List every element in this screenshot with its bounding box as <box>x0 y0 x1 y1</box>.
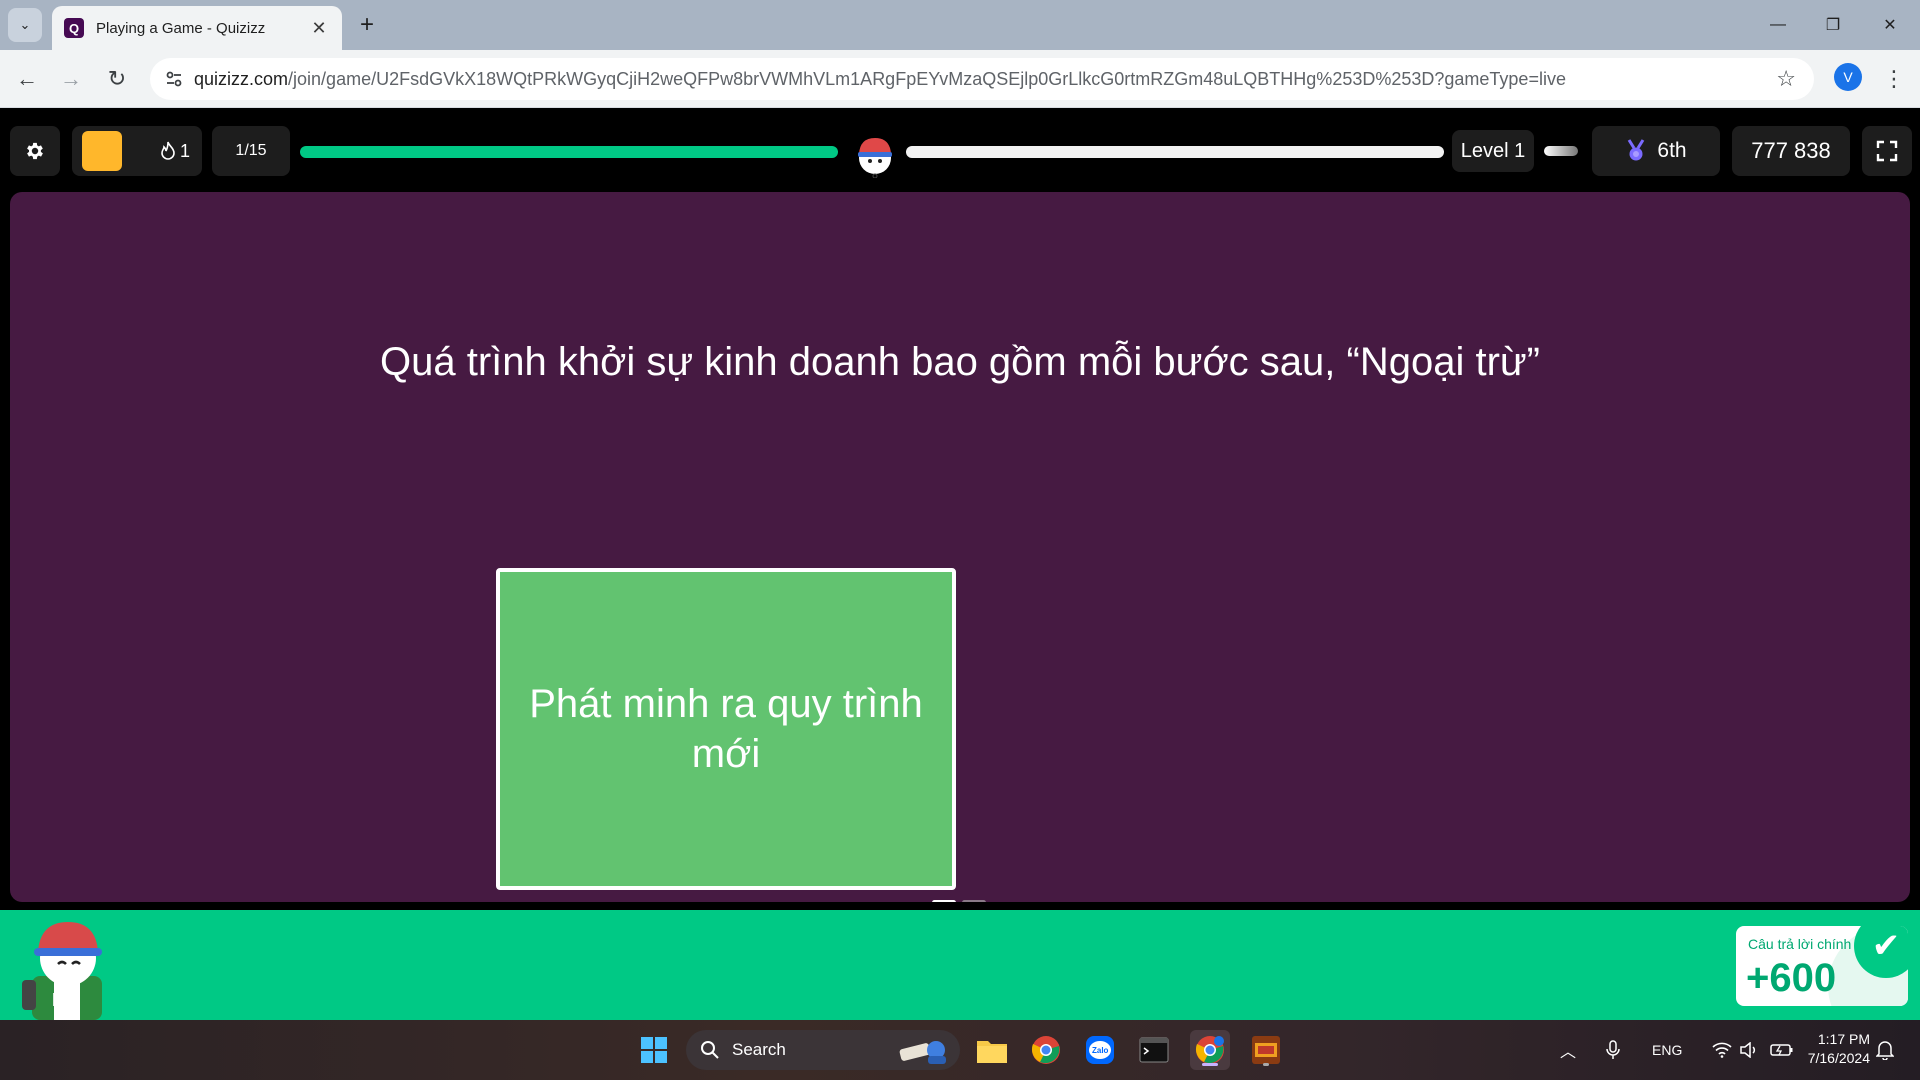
minimize-icon[interactable]: — <box>1758 8 1798 42</box>
taskbar-clock[interactable]: 1:17 PM 7/16/2024 <box>1790 1030 1870 1068</box>
browser-tab-bar: ⌄ Q Playing a Game - Quizizz ✕ + — ❐ ✕ <box>0 0 1920 50</box>
new-tab-plus-icon[interactable]: + <box>352 10 382 40</box>
settings-button[interactable] <box>10 126 60 176</box>
terminal-icon[interactable] <box>1134 1030 1174 1070</box>
rank-badge: 6th <box>1592 126 1720 176</box>
url-host: quizizz.com <box>194 68 289 89</box>
powerup-slot[interactable]: 1 <box>72 126 202 176</box>
player-progress-bar <box>300 146 838 158</box>
pager-dot-active[interactable] <box>932 900 956 902</box>
url-path: /join/game/U2FsdGVkX18WQtPRkWGyqCjiH2weQ… <box>288 68 1566 89</box>
back-arrow-icon[interactable]: ← <box>10 62 44 96</box>
gear-icon <box>27 142 43 160</box>
browser-toolbar: ← → ↻ quizizz.com/join/game/U2FsdGVkX18W… <box>0 50 1920 108</box>
profile-avatar[interactable]: V <box>1834 63 1862 91</box>
score-display: 777 838 <box>1732 126 1850 176</box>
tab-search-chevron-icon[interactable]: ⌄ <box>8 8 42 42</box>
level-indicator <box>1544 146 1578 156</box>
question-counter: 1/15 <box>212 126 290 176</box>
zalo-icon[interactable]: Zalo <box>1080 1030 1120 1070</box>
url-text: quizizz.com/join/game/U2FsdGVkX18WQtPRkW… <box>194 69 1566 90</box>
chrome-profile-icon[interactable] <box>1190 1030 1230 1070</box>
question-stage: Quá trình khởi sự kinh doanh bao gồm mỗi… <box>10 192 1910 902</box>
question-text: Quá trình khởi sự kinh doanh bao gồm mỗi… <box>380 340 1540 384</box>
browser-menu-icon[interactable]: ⋮ <box>1880 62 1908 96</box>
level-progress-track <box>906 146 1444 158</box>
answer-option[interactable]: Phát minh ra quy trình mới <box>496 568 956 890</box>
correct-answer-label: Câu trả lời chính <box>1748 936 1852 952</box>
tab-title: Playing a Game - Quizizz <box>96 19 266 37</box>
player-mascot-icon <box>858 138 892 178</box>
forward-arrow-icon[interactable]: → <box>54 62 88 96</box>
volume-icon[interactable] <box>1740 1042 1760 1058</box>
active-tab[interactable]: Q Playing a Game - Quizizz ✕ <box>52 6 342 50</box>
clock-time: 1:17 PM <box>1817 1031 1870 1047</box>
notification-bell-icon[interactable] <box>1876 1020 1894 1080</box>
quizizz-favicon-icon: Q <box>64 18 84 38</box>
wifi-icon[interactable] <box>1712 1042 1732 1058</box>
points-earned: +600 <box>1746 956 1837 1000</box>
level-label: Level 1 <box>1452 130 1534 172</box>
windows-start-icon[interactable] <box>634 1030 674 1070</box>
fullscreen-icon <box>1876 140 1898 162</box>
svg-text:Zalo: Zalo <box>1092 1046 1109 1055</box>
restore-icon[interactable]: ❐ <box>1813 8 1853 42</box>
running-app-indicator <box>1263 1063 1269 1066</box>
microphone-icon[interactable] <box>1606 1040 1620 1060</box>
points-card: Câu trả lời chính +600 ✔ <box>1736 926 1908 1006</box>
svg-text:D: D <box>52 990 65 1010</box>
answer-feedback-bar: D Câu trả lời chính +600 ✔ <box>0 910 1920 1020</box>
search-label: Search <box>732 1040 786 1059</box>
tab-close-icon[interactable]: ✕ <box>308 18 330 39</box>
site-settings-icon[interactable] <box>154 58 194 100</box>
windows-taskbar: Search Zalo ︿ ENG 1:17 PM 7/16/2024 <box>0 1020 1920 1080</box>
window-close-icon[interactable]: ✕ <box>1870 8 1910 42</box>
address-bar[interactable]: quizizz.com/join/game/U2FsdGVkX18WQtPRkW… <box>150 58 1814 100</box>
powerup-icon <box>82 131 122 171</box>
flame-icon <box>161 141 175 160</box>
language-indicator[interactable]: ENG <box>1652 1042 1682 1058</box>
game-app-icon[interactable] <box>1246 1030 1286 1070</box>
file-explorer-icon[interactable] <box>972 1030 1012 1070</box>
active-app-indicator <box>1202 1063 1218 1066</box>
search-icon <box>701 1041 719 1059</box>
fullscreen-button[interactable] <box>1862 126 1912 176</box>
chrome-icon[interactable] <box>1026 1030 1066 1070</box>
player-avatar-icon: D <box>22 922 102 1020</box>
taskbar-search-box[interactable]: Search <box>686 1030 960 1070</box>
search-highlight-icon <box>899 1041 946 1064</box>
streak-count: 1 <box>180 140 191 161</box>
medal-icon <box>1628 139 1645 161</box>
rank-label: 6th <box>1657 139 1687 162</box>
chevron-up-icon[interactable]: ︿ <box>1560 1038 1576 1062</box>
bookmark-star-icon[interactable]: ☆ <box>1776 66 1796 92</box>
clock-date: 7/16/2024 <box>1807 1050 1870 1066</box>
streak-counter: 1 <box>160 141 190 162</box>
pager-dot[interactable] <box>962 900 986 902</box>
system-tray: ︿ ENG <box>1560 1020 1794 1080</box>
reload-icon[interactable]: ↻ <box>100 62 134 96</box>
